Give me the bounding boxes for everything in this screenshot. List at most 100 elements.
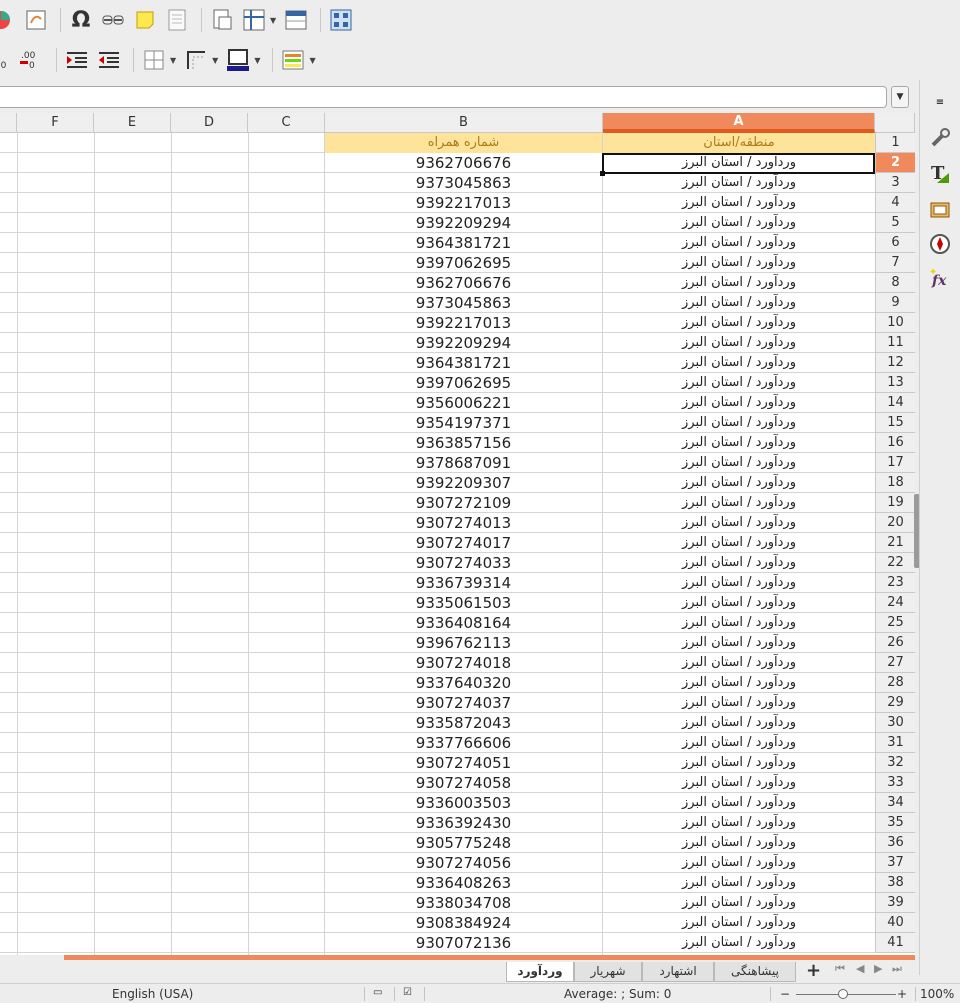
add-decimal-icon[interactable]: .0.00 — [0, 46, 14, 74]
cell-region[interactable]: وردآورد / استان البرز — [603, 733, 875, 753]
chevron-down-icon[interactable]: ▼ — [170, 56, 176, 65]
row-header[interactable]: 19 — [875, 493, 915, 513]
cell-phone[interactable]: 9336408164 — [325, 613, 602, 633]
tab-pishahangi[interactable]: پیشاهنگی — [714, 962, 796, 982]
row-header[interactable]: 18 — [875, 473, 915, 493]
cell-phone[interactable]: 9362706676 — [325, 153, 602, 173]
row-header[interactable]: 29 — [875, 693, 915, 713]
cell-phone[interactable]: 9305775248 — [325, 833, 602, 853]
cell-phone[interactable]: 9336392430 — [325, 813, 602, 833]
cell-region[interactable]: وردآورد / استان البرز — [603, 393, 875, 413]
header-cell-phone[interactable]: شماره همراه — [325, 133, 602, 153]
row-header[interactable]: 25 — [875, 613, 915, 633]
gallery-icon[interactable] — [928, 196, 952, 220]
zoom-slider-knob[interactable] — [838, 989, 848, 999]
formula-input[interactable] — [0, 86, 887, 108]
cell-region[interactable]: وردآورد / استان البرز — [603, 333, 875, 353]
cell-phone[interactable]: 9392209294 — [325, 213, 602, 233]
cell-region[interactable]: وردآورد / استان البرز — [603, 593, 875, 613]
add-sheet-icon[interactable]: + — [806, 960, 821, 981]
row-header[interactable]: 39 — [875, 893, 915, 913]
cell-phone[interactable]: 9336003503 — [325, 793, 602, 813]
last-sheet-icon[interactable]: ⏭ — [892, 962, 902, 976]
cell-phone[interactable]: 9337640320 — [325, 673, 602, 693]
column-header-c[interactable]: C — [248, 113, 325, 133]
cell-region[interactable]: وردآورد / استان البرز — [603, 473, 875, 493]
cell-region[interactable]: وردآورد / استان البرز — [603, 413, 875, 433]
sidebar-menu-icon[interactable]: ≡ — [928, 90, 952, 114]
cell-phone[interactable]: 9392209294 — [325, 333, 602, 353]
cell-region[interactable]: وردآورد / استان البرز — [603, 573, 875, 593]
cell-region[interactable]: وردآورد / استان البرز — [603, 833, 875, 853]
row-header[interactable]: 41 — [875, 933, 915, 953]
column-header-d[interactable]: D — [171, 113, 248, 133]
row-header[interactable]: 2 — [875, 153, 915, 173]
cell-phone[interactable]: 9373045863 — [325, 173, 602, 193]
row-header[interactable]: 27 — [875, 653, 915, 673]
header-cell-region[interactable]: منطقه/استان — [603, 133, 875, 153]
properties-icon[interactable] — [928, 126, 952, 150]
cell-phone[interactable]: 9337766606 — [325, 733, 602, 753]
cell-phone[interactable]: 9378687091 — [325, 453, 602, 473]
cell-phone[interactable]: 9335872043 — [325, 713, 602, 733]
row-header[interactable]: 10 — [875, 313, 915, 333]
row-header[interactable]: 28 — [875, 673, 915, 693]
cell-region[interactable]: وردآورد / استان البرز — [603, 773, 875, 793]
first-sheet-icon[interactable]: ⏮ — [835, 962, 845, 976]
cell-region[interactable]: وردآورد / استان البرز — [603, 893, 875, 913]
chevron-down-icon[interactable]: ▼ — [254, 56, 260, 65]
cell-region[interactable]: وردآورد / استان البرز — [603, 493, 875, 513]
cell-phone[interactable]: 9354197371 — [325, 413, 602, 433]
print-range-icon[interactable] — [208, 6, 236, 34]
prev-sheet-icon[interactable]: ◀ — [856, 962, 864, 975]
column-header-a[interactable]: A — [603, 113, 875, 133]
cell-region[interactable]: وردآورد / استان البرز — [603, 253, 875, 273]
header-footer-icon[interactable] — [163, 6, 191, 34]
navigator-icon[interactable] — [928, 232, 952, 256]
document-modified-icon[interactable]: ☑ — [403, 987, 412, 998]
row-header[interactable]: 24 — [875, 593, 915, 613]
column-header-g[interactable] — [0, 113, 17, 133]
row-header[interactable]: 30 — [875, 713, 915, 733]
cell-region[interactable]: وردآورد / استان البرز — [603, 873, 875, 893]
row-header[interactable]: 34 — [875, 793, 915, 813]
cell-region[interactable]: وردآورد / استان البرز — [603, 613, 875, 633]
cell-region[interactable]: وردآورد / استان البرز — [603, 373, 875, 393]
zoom-level[interactable]: 100% — [920, 987, 954, 1001]
cell-region[interactable]: وردآورد / استان البرز — [603, 433, 875, 453]
conditional-format-icon[interactable] — [279, 46, 307, 74]
cell-phone[interactable]: 9308384924 — [325, 913, 602, 933]
row-header[interactable]: 26 — [875, 633, 915, 653]
functions-icon[interactable]: fx ✦ — [928, 266, 952, 290]
row-header[interactable]: 40 — [875, 913, 915, 933]
row-header[interactable]: 4 — [875, 193, 915, 213]
row-header[interactable]: 5 — [875, 213, 915, 233]
column-header-e[interactable]: E — [94, 113, 171, 133]
cell-region[interactable]: وردآورد / استان البرز — [603, 913, 875, 933]
row-header[interactable]: 9 — [875, 293, 915, 313]
zoom-in-button[interactable]: + — [897, 987, 907, 1001]
cell-region[interactable]: وردآورد / استان البرز — [603, 173, 875, 193]
cell-phone[interactable]: 9307274018 — [325, 653, 602, 673]
cell-phone[interactable]: 9336408263 — [325, 873, 602, 893]
row-header[interactable]: 7 — [875, 253, 915, 273]
cell-phone[interactable]: 9364381721 — [325, 233, 602, 253]
row-header[interactable]: 20 — [875, 513, 915, 533]
tab-vardavard[interactable]: وردآورد — [506, 962, 574, 982]
cell-region[interactable]: وردآورد / استان البرز — [603, 653, 875, 673]
cell-region[interactable]: وردآورد / استان البرز — [603, 813, 875, 833]
row-header[interactable]: 21 — [875, 533, 915, 553]
row-header[interactable]: 14 — [875, 393, 915, 413]
increase-indent-icon[interactable] — [63, 46, 91, 74]
tab-eshtehard[interactable]: اشتهارد — [642, 962, 714, 982]
column-header-b[interactable]: B — [325, 113, 603, 133]
cell-region[interactable]: وردآورد / استان البرز — [603, 453, 875, 473]
cell-region[interactable]: وردآورد / استان البرز — [603, 233, 875, 253]
select-all-corner[interactable] — [875, 113, 915, 133]
cell-region[interactable]: وردآورد / استان البرز — [603, 353, 875, 373]
cell-region[interactable]: وردآورد / استان البرز — [603, 753, 875, 773]
row-header[interactable]: 1 — [875, 133, 915, 153]
borders-icon[interactable] — [140, 46, 168, 74]
cell-region[interactable]: وردآورد / استان البرز — [603, 793, 875, 813]
row-header[interactable]: 11 — [875, 333, 915, 353]
